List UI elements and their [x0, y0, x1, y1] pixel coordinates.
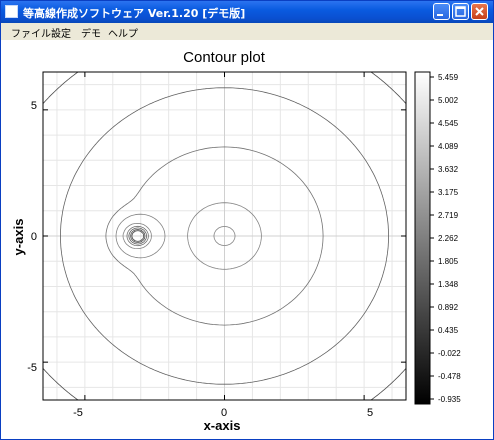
x-axis-label: x-axis [204, 418, 241, 433]
app-icon [5, 5, 18, 18]
colorbar-label: 5.002 [438, 96, 459, 105]
contour-chart: Contour plot -5 0 5 5 0 -5 x-axis y-axis… [11, 49, 461, 433]
x-tick-label: 5 [367, 407, 373, 419]
y-tick-label: 0 [31, 231, 37, 243]
colorbar-label: 4.545 [438, 119, 459, 128]
colorbar [414, 71, 431, 405]
maximize-icon [455, 6, 466, 17]
colorbar-label: 0.435 [438, 326, 459, 335]
colorbar-label: 2.262 [438, 234, 459, 243]
y-tick-label: -5 [27, 362, 37, 374]
colorbar-label: 3.175 [438, 188, 459, 197]
x-tick-label: -5 [73, 407, 83, 419]
y-axis-label: y-axis [11, 219, 26, 256]
colorbar-label: 5.459 [438, 73, 459, 82]
chart-title: Contour plot [183, 49, 266, 66]
colorbar-label: 0.892 [438, 303, 459, 312]
colorbar-label: -0.935 [438, 395, 461, 404]
close-button[interactable] [471, 3, 488, 20]
colorbar-label: 3.632 [438, 165, 459, 174]
maximize-button[interactable] [452, 3, 469, 20]
plot-area: Contour plot -5 0 5 5 0 -5 x-axis y-axis… [1, 40, 493, 439]
minimize-button[interactable] [433, 3, 450, 20]
menu-bar: ファイル 設定 デモ ヘルプ [1, 23, 493, 40]
title-bar[interactable]: 等高線作成ソフトウェア Ver.1.20 [デモ版] [1, 1, 493, 23]
colorbar-label: 1.805 [438, 257, 459, 266]
menu-settings[interactable]: 設定 [51, 25, 71, 40]
colorbar-label: 2.719 [438, 211, 459, 220]
colorbar-ticks [430, 76, 434, 400]
colorbar-label: 1.348 [438, 280, 459, 289]
y-tick-label: 5 [31, 100, 37, 112]
close-icon [475, 7, 484, 16]
minimize-icon [437, 14, 443, 16]
gridlines [43, 72, 406, 400]
colorbar-label: -0.022 [438, 349, 461, 358]
colorbar-labels: 5.459 5.002 4.545 4.089 3.632 3.175 2.719 2.262… [438, 73, 461, 404]
colorbar-label: 4.089 [438, 142, 459, 151]
menu-file[interactable]: ファイル [11, 25, 51, 40]
window-title: 等高線作成ソフトウェア Ver.1.20 [デモ版] [23, 7, 246, 20]
app-window: 等高線作成ソフトウェア Ver.1.20 [デモ版] ファイル 設定 デモ ヘル… [0, 0, 494, 440]
colorbar-label: -0.478 [438, 372, 461, 381]
menu-help[interactable]: ヘルプ [108, 25, 138, 40]
menu-demo[interactable]: デモ [81, 25, 101, 40]
